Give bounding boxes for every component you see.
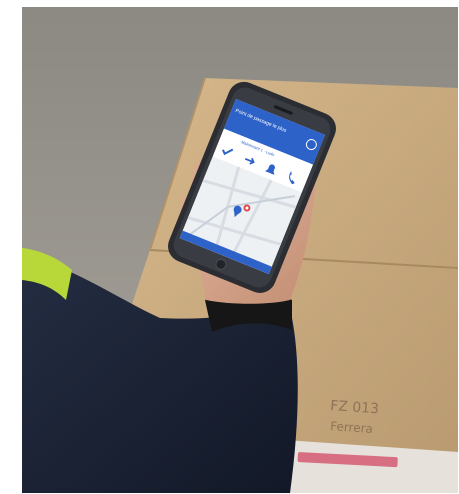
svg-text:Ferrera: Ferrera xyxy=(330,419,374,436)
svg-text:FZ 013: FZ 013 xyxy=(330,398,380,417)
photo-scene: FZ 013 Ferrera Point de passage le plus xyxy=(0,0,459,494)
